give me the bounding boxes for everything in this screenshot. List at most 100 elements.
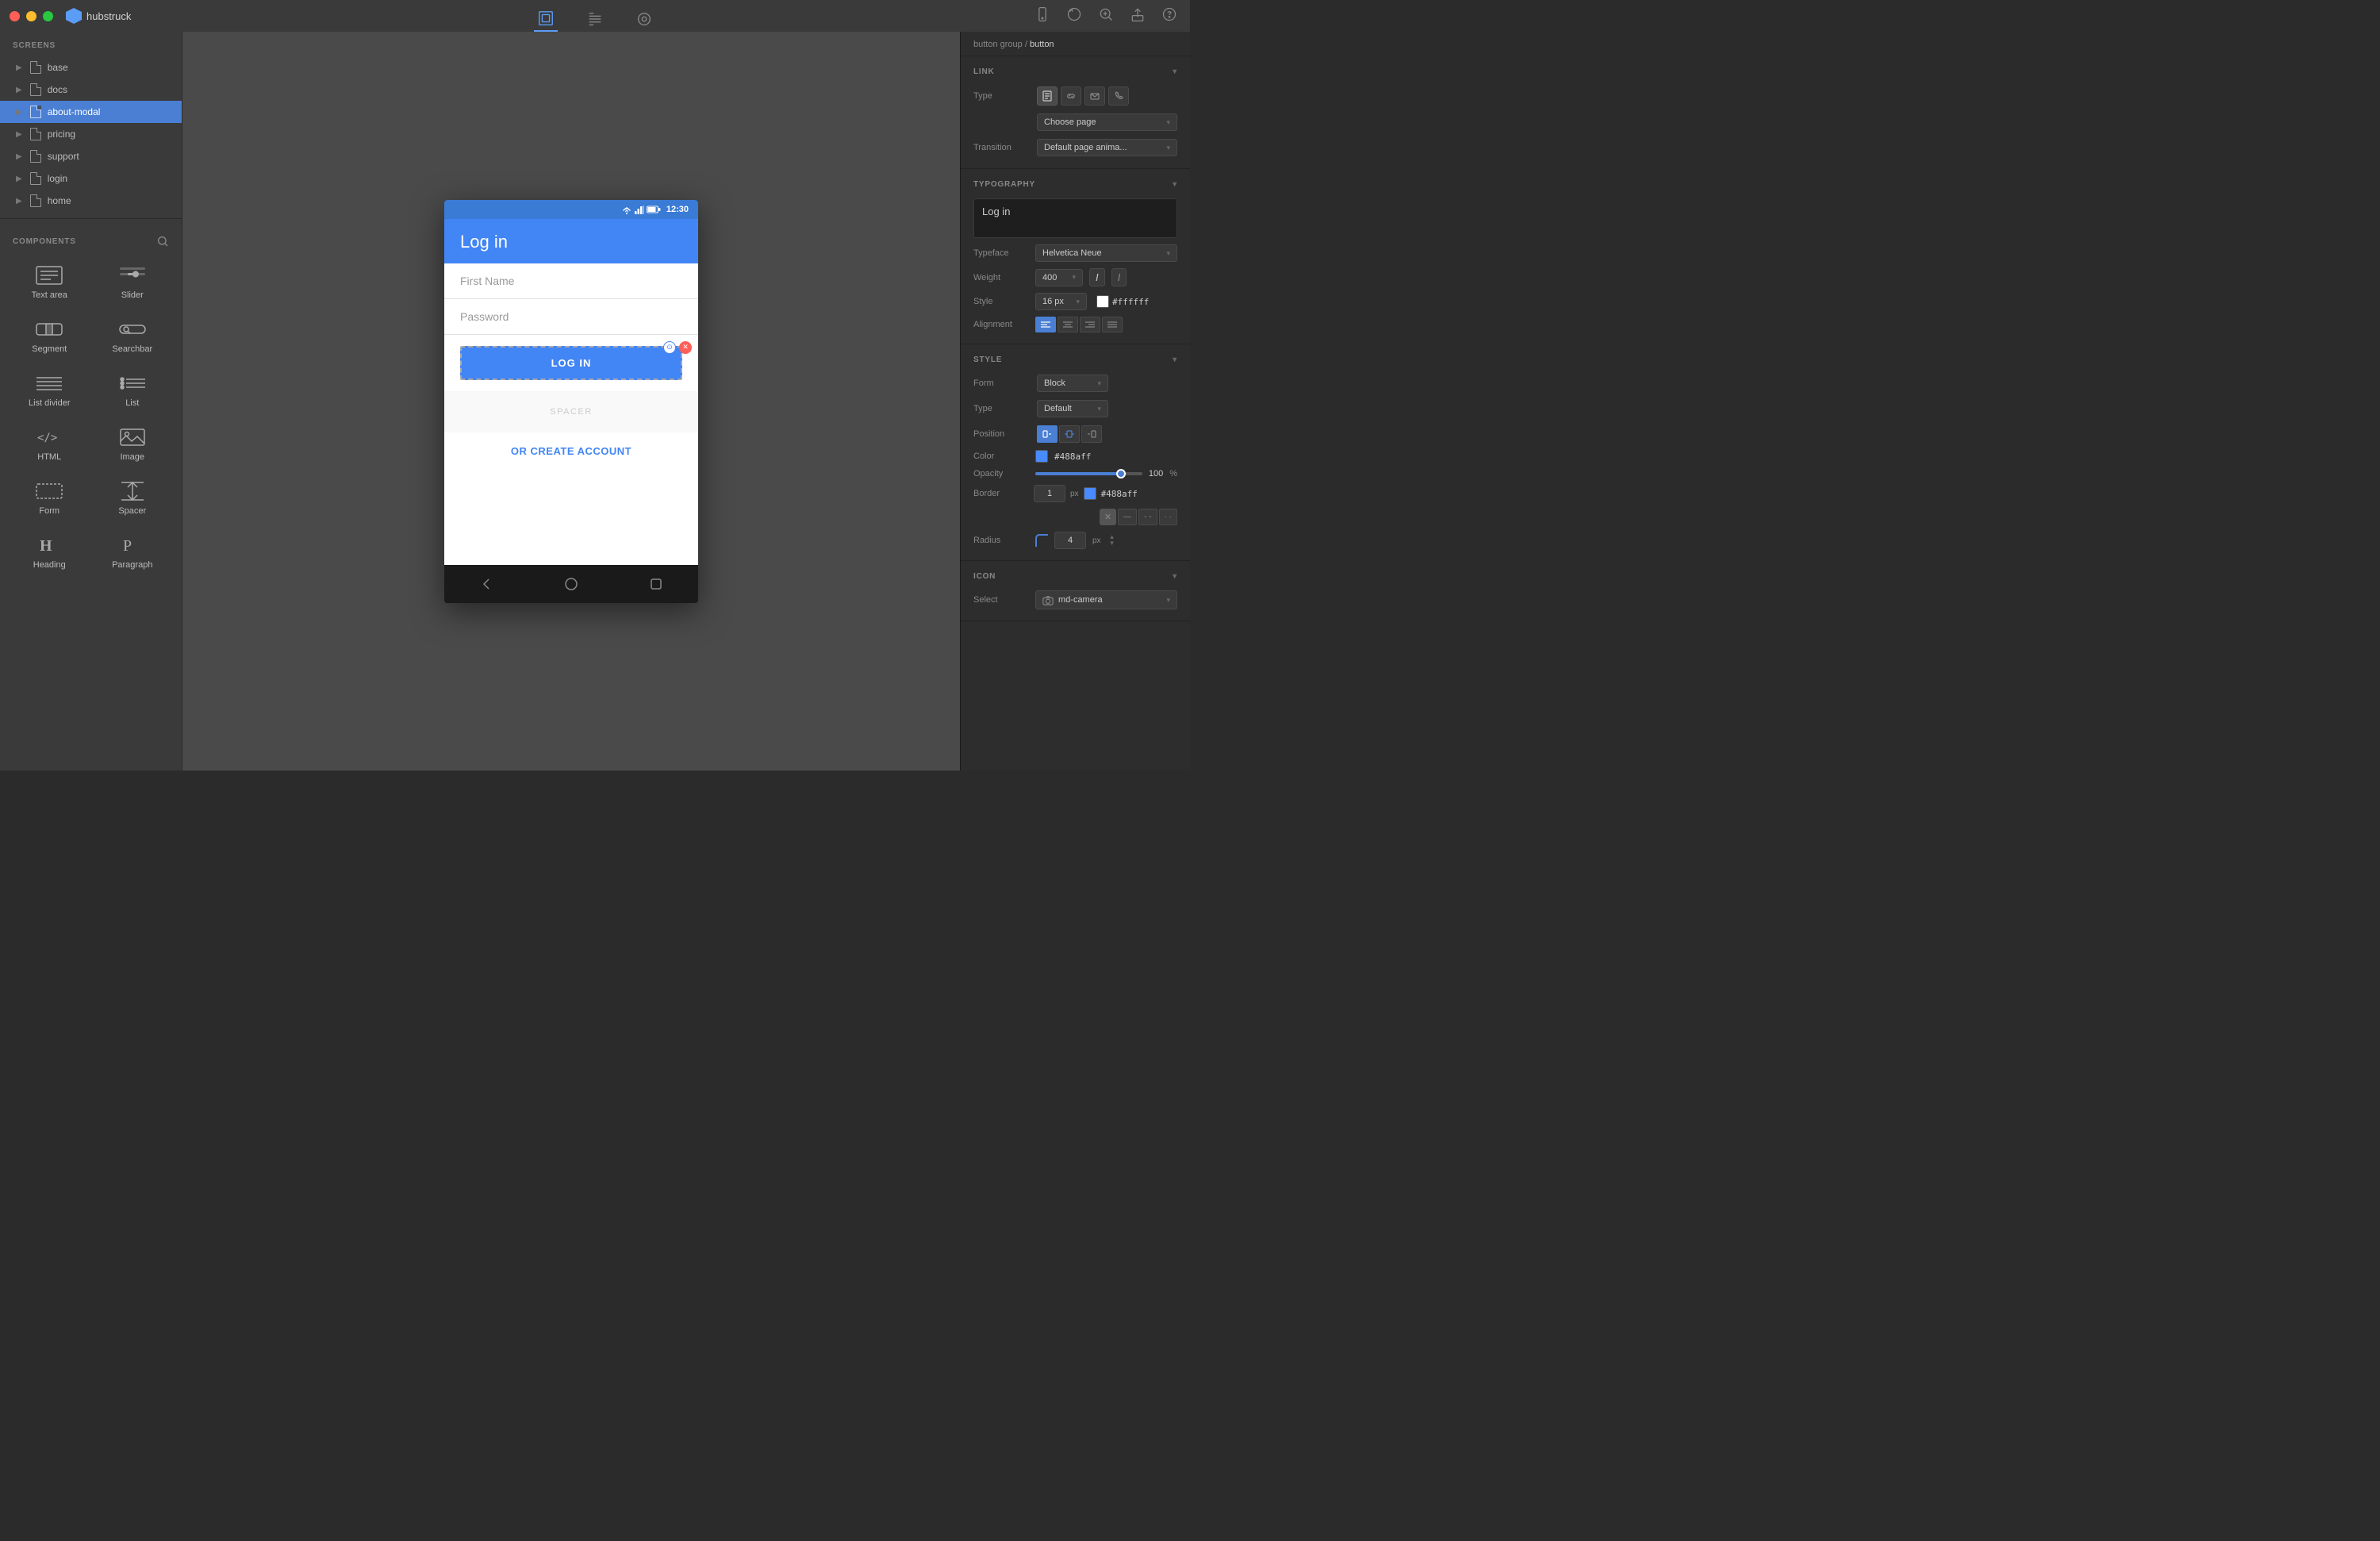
chevron-icon: ▶ bbox=[16, 175, 22, 183]
link-type-btn[interactable] bbox=[1061, 86, 1081, 106]
border-unit: px bbox=[1070, 490, 1079, 498]
create-account-link[interactable]: OR CREATE ACCOUNT bbox=[444, 432, 698, 470]
align-center-btn[interactable] bbox=[1058, 317, 1078, 332]
component-heading[interactable]: H Heading bbox=[10, 527, 90, 578]
screens-section-title: SCREENS bbox=[0, 32, 182, 56]
border-row: Border 1 px #488aff bbox=[961, 482, 1190, 505]
toolbar-right bbox=[1035, 6, 1177, 22]
component-spacer[interactable]: Spacer bbox=[93, 473, 173, 524]
align-left-btn[interactable] bbox=[1035, 317, 1056, 332]
login-button[interactable]: LOG IN bbox=[460, 346, 682, 380]
component-listdivider[interactable]: List divider bbox=[10, 365, 90, 416]
pos-left-btn[interactable] bbox=[1037, 425, 1058, 443]
image-icon bbox=[118, 427, 147, 448]
components-section: COMPONENTS bbox=[0, 225, 182, 770]
typeface-select[interactable]: Helvetica Neue ▾ bbox=[1035, 244, 1177, 262]
component-html[interactable]: </> HTML bbox=[10, 419, 90, 470]
border-solid-btn[interactable]: — bbox=[1118, 509, 1137, 525]
border-color-swatch[interactable] bbox=[1084, 487, 1096, 500]
size-select[interactable]: 16 px ▾ bbox=[1035, 293, 1087, 310]
style-color-swatch[interactable] bbox=[1035, 450, 1048, 463]
italic-btn[interactable]: I bbox=[1111, 268, 1127, 286]
align-right-btn[interactable] bbox=[1080, 317, 1100, 332]
close-button[interactable] bbox=[10, 11, 20, 21]
typography-text-input[interactable]: Log in bbox=[973, 198, 1177, 238]
file-icon bbox=[30, 106, 41, 118]
sidebar-item-login[interactable]: ▶ login bbox=[0, 167, 182, 190]
form-label: Form bbox=[973, 379, 1029, 388]
email-type-btn[interactable] bbox=[1084, 86, 1105, 106]
breadcrumb-parent: button group bbox=[973, 40, 1023, 49]
nav-home-icon[interactable] bbox=[563, 576, 579, 592]
sidebar-item-base[interactable]: ▶ base bbox=[0, 56, 182, 79]
component-form[interactable]: Form bbox=[10, 473, 90, 524]
text-color-swatch[interactable] bbox=[1096, 295, 1109, 308]
style-section-header[interactable]: STYLE ▾ bbox=[961, 352, 1190, 371]
phone-password-input[interactable]: Password bbox=[444, 299, 698, 335]
maximize-button[interactable] bbox=[43, 11, 53, 21]
settings-handle[interactable]: ⊙ bbox=[663, 341, 676, 354]
toolbar-preview-btn[interactable] bbox=[632, 7, 656, 31]
file-icon bbox=[30, 172, 41, 185]
phone-type-btn[interactable] bbox=[1108, 86, 1129, 106]
components-title: COMPONENTS bbox=[13, 237, 76, 246]
sidebar-item-label: support bbox=[48, 151, 79, 162]
sidebar-item-docs[interactable]: ▶ docs bbox=[0, 79, 182, 101]
component-searchbar[interactable]: Searchbar bbox=[93, 311, 173, 362]
phone-status-bar: 12:30 bbox=[444, 200, 698, 219]
border-none-btn[interactable]: ✕ bbox=[1100, 509, 1116, 525]
component-slider[interactable]: Slider bbox=[93, 257, 173, 308]
sidebar-item-pricing[interactable]: ▶ pricing bbox=[0, 123, 182, 145]
nav-back-icon[interactable] bbox=[478, 576, 494, 592]
close-handle[interactable]: ✕ bbox=[679, 341, 692, 354]
component-paragraph[interactable]: P Paragraph bbox=[93, 527, 173, 578]
components-grid: Text area Slider bbox=[0, 254, 182, 587]
page-select[interactable]: Choose page ▾ bbox=[1037, 113, 1177, 131]
toolbar-layers-btn[interactable] bbox=[583, 7, 607, 31]
pos-center-btn[interactable] bbox=[1059, 425, 1080, 443]
border-dotted-btn[interactable]: · · bbox=[1159, 509, 1177, 525]
link-section-header[interactable]: LINK ▾ bbox=[961, 64, 1190, 83]
share-btn[interactable] bbox=[1130, 6, 1146, 22]
border-dashed-btn[interactable]: - - bbox=[1138, 509, 1157, 525]
toolbar-design-btn[interactable] bbox=[534, 6, 558, 32]
form-select[interactable]: Block ▾ bbox=[1037, 375, 1108, 392]
undo-btn[interactable] bbox=[1066, 6, 1082, 22]
sidebar-item-home[interactable]: ▶ home bbox=[0, 190, 182, 212]
page-type-btn[interactable] bbox=[1037, 86, 1058, 106]
component-image[interactable]: Image bbox=[93, 419, 173, 470]
component-search-btn[interactable] bbox=[156, 235, 169, 248]
align-justify-btn[interactable] bbox=[1102, 317, 1123, 332]
component-segment[interactable]: Segment bbox=[10, 311, 90, 362]
login-button-label: LOG IN bbox=[551, 357, 592, 369]
zoom-btn[interactable] bbox=[1098, 6, 1114, 22]
canvas[interactable]: 12:30 Log in First Name Password LOG IN bbox=[182, 32, 960, 770]
spacer-icon bbox=[118, 481, 147, 501]
typography-section-header[interactable]: TYPOGRAPHY ▾ bbox=[961, 177, 1190, 195]
radius-decrement-btn[interactable]: ▼ bbox=[1109, 540, 1115, 547]
mobile-view-btn[interactable] bbox=[1035, 6, 1050, 22]
bold-btn[interactable]: I bbox=[1089, 268, 1105, 286]
transition-select[interactable]: Default page anima... ▾ bbox=[1037, 139, 1177, 156]
icon-select-box[interactable]: md-camera ▾ bbox=[1035, 590, 1177, 609]
nav-recents-icon[interactable] bbox=[648, 576, 664, 592]
opacity-slider[interactable] bbox=[1035, 472, 1142, 475]
weight-select[interactable]: 400 ▾ bbox=[1035, 269, 1083, 286]
breadcrumb-current: button bbox=[1030, 40, 1054, 49]
chevron-icon: ▶ bbox=[16, 63, 22, 72]
icon-section-header[interactable]: ICON ▾ bbox=[961, 569, 1190, 587]
component-textarea[interactable]: Text area bbox=[10, 257, 90, 308]
border-style-row: ✕ — - - · · bbox=[961, 505, 1190, 528]
type-select[interactable]: Default ▾ bbox=[1037, 400, 1108, 417]
border-size-input[interactable]: 1 bbox=[1034, 485, 1065, 502]
sidebar-item-support[interactable]: ▶ support bbox=[0, 145, 182, 167]
typeface-row: Typeface Helvetica Neue ▾ bbox=[961, 241, 1190, 265]
minimize-button[interactable] bbox=[26, 11, 36, 21]
pos-right-btn[interactable] bbox=[1081, 425, 1102, 443]
radius-input[interactable]: 4 bbox=[1054, 532, 1086, 549]
help-btn[interactable] bbox=[1161, 6, 1177, 22]
component-list[interactable]: List bbox=[93, 365, 173, 416]
phone-firstname-input[interactable]: First Name bbox=[444, 263, 698, 299]
sidebar-item-about-modal[interactable]: ▶ about-modal bbox=[0, 101, 182, 123]
link-section-title: LINK bbox=[973, 67, 995, 76]
